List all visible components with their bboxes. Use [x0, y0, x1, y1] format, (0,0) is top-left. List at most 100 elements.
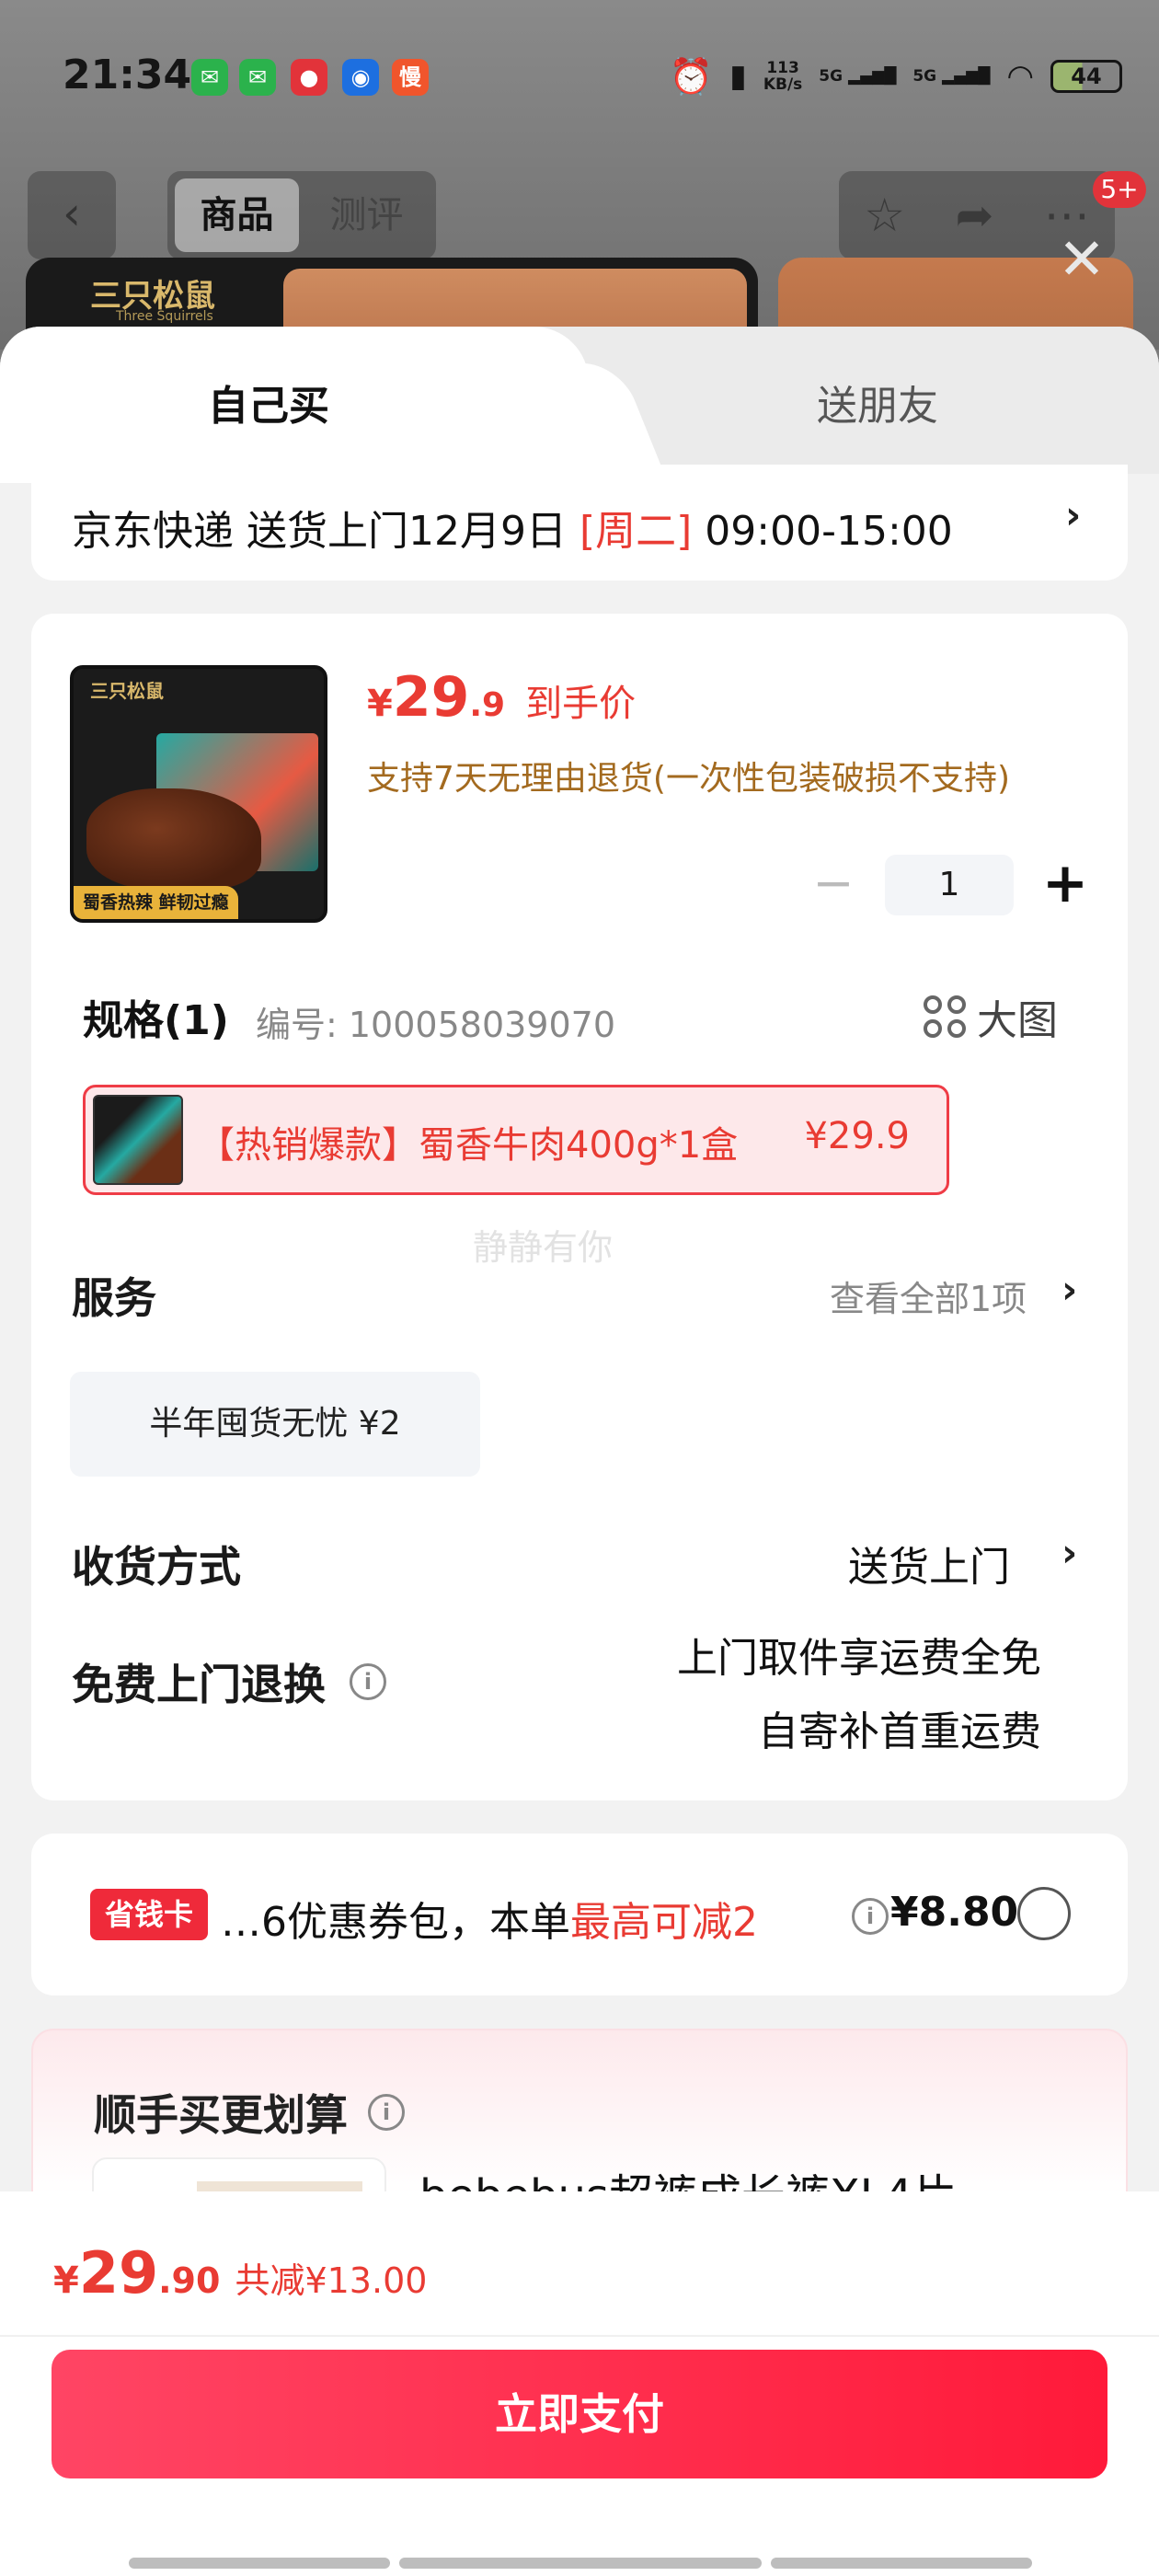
net-speed-value: 113 [766, 59, 799, 77]
price-label: 到手价 [525, 683, 637, 725]
gesture-bar [771, 2558, 1032, 2569]
coupon-row[interactable]: 省钱卡 …6优惠券包，本单最高可减2 i ¥8.80 [31, 1834, 1128, 1995]
favorite-star-icon[interactable]: ☆ [864, 189, 905, 242]
gesture-bar [129, 2558, 390, 2569]
delivery-window: 09:00-15:00 [692, 508, 953, 555]
back-button[interactable]: ‹ [28, 171, 116, 259]
sku-thumbnail [93, 1095, 183, 1185]
delivery-weekday: [周二] [579, 508, 693, 555]
total-decimal: .90 [158, 2260, 221, 2301]
net-speed-unit: KB/s [763, 75, 803, 94]
bundle-title: 顺手买更划算 i [94, 2082, 405, 2143]
info-icon[interactable]: i [368, 2094, 405, 2131]
app-icon: 慢 [392, 59, 429, 96]
jd-icon: ● [291, 59, 327, 96]
status-time: 21:34 [63, 52, 192, 98]
price: ¥29.9 到手价 [367, 665, 636, 730]
net-speed: 113 KB/s [763, 60, 802, 93]
sku-price: ¥29.9 [804, 1115, 910, 1157]
info-icon[interactable]: i [852, 1898, 889, 1935]
system-icons: ⏰ ▮ 113 KB/s 5G ▂▄▆█ 5G ▂▄▆█ ◠ 44 [670, 53, 1122, 99]
wifi-icon: ◠ [1006, 58, 1034, 95]
view-all-services-link[interactable]: 查看全部1项 [830, 1271, 1027, 1321]
sku-option-selected[interactable]: 【热销爆款】蜀香牛肉400g*1盒 ¥29.9 [83, 1085, 949, 1195]
brand-logo-sub: Three Squirrels [116, 309, 213, 324]
delivery-info: 京东快递 送货上门12月9日 [周二] 09:00-15:00 [72, 498, 953, 557]
vibrate-icon: ▮ [729, 58, 747, 95]
tab-gift-friend[interactable]: 送朋友 [817, 373, 938, 431]
tab-self-buy[interactable]: 自己买 [208, 373, 329, 431]
delivery-text: 京东快递 送货上门12月9日 [72, 508, 580, 555]
service-title: 服务 [72, 1273, 156, 1323]
info-icon[interactable]: i [350, 1663, 386, 1700]
share-icon[interactable]: ➦ [955, 189, 993, 242]
total-integer: 29 [78, 2239, 159, 2306]
battery-icon: 44 [1050, 60, 1122, 93]
divider [0, 2335, 1159, 2337]
savings-card-badge: 省钱卡 [90, 1889, 208, 1940]
product-card: 三只松鼠 蜀香热辣 鲜韧过瘾 ¥29.9 到手价 支持7天无理由退货(一次性包装破… [31, 614, 1128, 1800]
product-code: 编号: 100058039070 [256, 1005, 616, 1045]
price-decimal: .9 [469, 686, 506, 724]
coupon-text: …6优惠券包，本单 [221, 1899, 570, 1946]
signal-label: 5G [819, 67, 843, 86]
total-currency: ¥ [53, 2260, 79, 2302]
signal-label: 5G [912, 67, 937, 86]
view-all-label: 查看全部1项 [830, 1279, 1027, 1319]
watermark: 静静有你 [473, 1227, 614, 1268]
wechat-icon: ✉ [239, 59, 276, 96]
coupon-description: …6优惠券包，本单最高可减2 [221, 1889, 758, 1948]
pay-now-button[interactable]: 立即支付 [52, 2350, 1107, 2478]
free-return-row: 免费上门退换 i [72, 1651, 386, 1712]
shipping-method-value[interactable]: 送货上门 [848, 1534, 1010, 1593]
thumb-brand-logo: 三只松鼠 [90, 680, 164, 702]
shipping-method-title: 收货方式 [72, 1542, 241, 1592]
total-price: ¥29.90 共减¥13.00 [53, 2239, 427, 2306]
free-return-title: 免费上门退换 [72, 1660, 326, 1709]
increase-button[interactable]: + [1038, 856, 1093, 913]
coupon-amount: ¥8.80 [890, 1889, 1019, 1936]
app-icon: ◉ [342, 59, 379, 96]
thumb-caption: 蜀香热辣 鲜韧过瘾 [74, 886, 238, 919]
service-option-chip[interactable]: 半年囤货无忧 ¥2 [70, 1372, 480, 1477]
chevron-right-icon: › [1065, 492, 1082, 537]
grid-icon [924, 995, 966, 1038]
tab-review[interactable]: 测评 [304, 178, 429, 252]
delivery-row[interactable]: 京东快递 送货上门12月9日 [周二] 09:00-15:00 › [31, 465, 1128, 581]
gesture-bar [399, 2558, 762, 2569]
background-page: 21:34 ✉ ✉ ● ◉ 慢 ⏰ ▮ 113 KB/s 5G ▂▄▆█ 5G … [0, 0, 1159, 368]
free-return-details: 上门取件享运费全免 自寄补首重运费 [677, 1622, 1041, 1769]
free-return-line1: 上门取件享运费全免 [677, 1635, 1041, 1682]
alarm-icon: ⏰ [669, 55, 714, 97]
total-discount: 共减¥13.00 [235, 2260, 428, 2301]
price-currency: ¥ [367, 683, 393, 725]
chevron-right-icon: › [1061, 1530, 1078, 1575]
quantity-input[interactable]: 1 [885, 855, 1014, 915]
bundle-title-text: 顺手买更划算 [94, 2090, 348, 2140]
notification-badge: 5+ [1093, 171, 1146, 208]
coupon-highlight: 最高可减2 [570, 1899, 758, 1946]
decrease-button[interactable]: − [806, 857, 861, 913]
wechat-icon: ✉ [191, 59, 228, 96]
product-thumbnail[interactable]: 三只松鼠 蜀香热辣 鲜韧过瘾 [70, 665, 327, 923]
product-tabs: 商品 测评 [167, 171, 436, 259]
close-icon[interactable]: ✕ [1054, 231, 1109, 288]
checkout-bar: ¥29.90 共减¥13.00 立即支付 [0, 2191, 1159, 2576]
purchase-type-tabs: 自己买 送朋友 [0, 327, 1159, 483]
back-icon: ‹ [63, 187, 81, 240]
return-policy: 支持7天无理由退货(一次性包装破损不支持) [367, 760, 1010, 798]
battery-level: 44 [1071, 63, 1102, 89]
spec-title: 规格(1) [83, 997, 229, 1044]
tab-goods[interactable]: 商品 [175, 178, 299, 252]
coupon-select-radio[interactable] [1017, 1887, 1071, 1940]
chevron-right-icon: › [1061, 1267, 1078, 1312]
price-integer: 29 [392, 665, 470, 730]
big-image-label: 大图 [977, 997, 1058, 1044]
beef-jerky-image [86, 788, 261, 890]
sku-name: 【热销爆款】蜀香牛肉400g*1盒 [198, 1124, 739, 1167]
signal-5g-icon: 5G ▂▄▆█ [819, 67, 897, 86]
quantity-stepper: − 1 + [806, 855, 1093, 915]
big-image-button[interactable]: 大图 [924, 987, 1058, 1046]
status-bar: 21:34 ✉ ✉ ● ◉ 慢 ⏰ ▮ 113 KB/s 5G ▂▄▆█ 5G … [0, 0, 1159, 156]
signal-5g-icon: 5G ▂▄▆█ [912, 67, 991, 86]
